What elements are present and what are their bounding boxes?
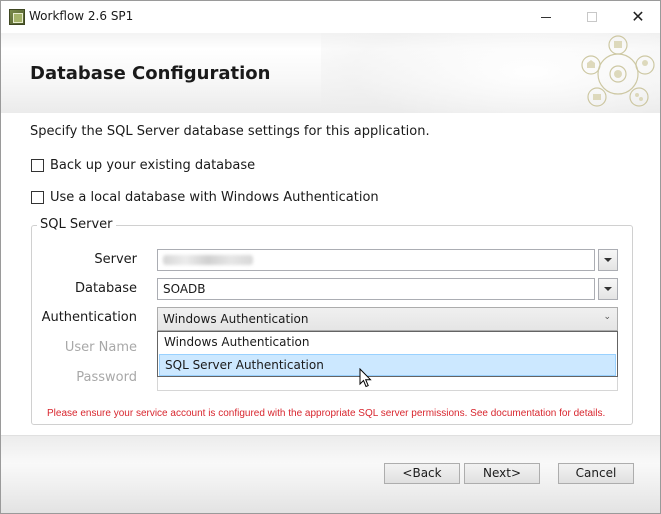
auth-option-sql-server[interactable]: SQL Server Authentication: [159, 354, 616, 376]
close-button[interactable]: ✕: [615, 1, 660, 33]
title-bar: Workflow 2.6 SP1 ✕: [1, 1, 660, 33]
backup-checkbox[interactable]: [31, 159, 44, 172]
chevron-down-icon: [604, 287, 612, 291]
password-input: [157, 377, 618, 391]
permissions-warning: Please ensure your service account is co…: [47, 408, 606, 419]
server-input[interactable]: [157, 249, 595, 271]
server-dropdown-button[interactable]: [598, 249, 618, 271]
minimize-icon: [541, 16, 551, 18]
authentication-select[interactable]: Windows Authentication ⌄: [157, 307, 618, 331]
local-db-checkbox-label[interactable]: Use a local database with Windows Authen…: [50, 190, 379, 205]
header-banner: Database Configuration: [1, 33, 660, 113]
database-dropdown-button[interactable]: [598, 278, 618, 300]
intro-text: Specify the SQL Server database settings…: [30, 124, 430, 139]
minimize-button[interactable]: [523, 1, 569, 33]
server-label: Server: [94, 252, 137, 267]
authentication-selected-value: Windows Authentication: [163, 312, 309, 326]
database-label: Database: [74, 281, 137, 296]
app-icon: [9, 9, 25, 25]
server-value-redacted: [163, 255, 253, 265]
next-button[interactable]: Next>: [464, 463, 540, 484]
database-input[interactable]: SOADB: [157, 278, 595, 300]
cancel-button[interactable]: Cancel: [558, 463, 634, 484]
local-db-checkbox-row[interactable]: Use a local database with Windows Authen…: [31, 190, 379, 205]
chevron-down-icon: [604, 258, 612, 262]
backup-checkbox-row[interactable]: Back up your existing database: [31, 158, 255, 173]
product-network-logo: [581, 35, 655, 107]
mouse-cursor-icon: [359, 368, 372, 388]
authentication-label: Authentication: [41, 310, 137, 325]
close-icon: ✕: [631, 7, 645, 26]
page-title: Database Configuration: [30, 63, 271, 84]
maximize-icon: [587, 12, 597, 22]
username-label: User Name: [64, 340, 137, 355]
local-db-checkbox[interactable]: [31, 191, 44, 204]
window-title: Workflow 2.6 SP1: [29, 9, 134, 23]
password-label: Password: [76, 370, 137, 385]
sql-server-group-label: SQL Server: [37, 217, 116, 232]
maximize-button: [569, 1, 615, 33]
backup-checkbox-label[interactable]: Back up your existing database: [50, 158, 255, 173]
authentication-dropdown-list: Windows Authentication SQL Server Authen…: [157, 331, 618, 377]
auth-option-windows[interactable]: Windows Authentication: [159, 332, 616, 354]
back-button[interactable]: <Back: [384, 463, 460, 484]
chevron-down-icon: ⌄: [603, 312, 611, 322]
installer-window: Workflow 2.6 SP1 ✕ Database Configuratio…: [0, 0, 661, 514]
